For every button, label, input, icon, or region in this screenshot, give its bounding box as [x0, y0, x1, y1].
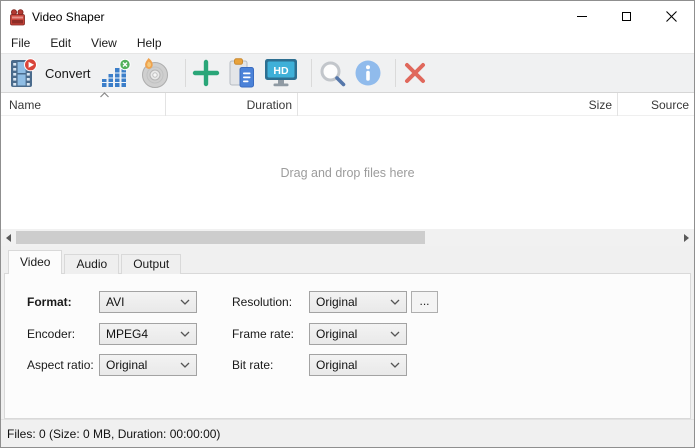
- scroll-right-button[interactable]: [679, 229, 694, 246]
- column-header-source[interactable]: Source: [618, 93, 694, 116]
- toolbar-separator: [310, 59, 312, 87]
- statusbar: Files: 0 (Size: 0 MB, Duration: 00:00:00…: [1, 419, 694, 447]
- burn-disc-button[interactable]: [138, 55, 172, 91]
- drop-hint-text: Drag and drop files here: [280, 165, 415, 180]
- file-drop-zone[interactable]: Drag and drop files here: [1, 116, 694, 229]
- file-list-header: Name Duration Size Source: [1, 92, 694, 116]
- resolution-select[interactable]: Original: [309, 291, 407, 313]
- chevron-down-icon: [180, 299, 190, 305]
- tab-video[interactable]: Video: [8, 250, 63, 274]
- info-icon: [355, 60, 381, 86]
- menubar: File Edit View Help: [1, 33, 694, 53]
- menu-help[interactable]: Help: [127, 33, 172, 53]
- video-settings-panel: Format: AVI Resolution: Original ... Enc…: [4, 273, 691, 419]
- aspect-ratio-label: Aspect ratio:: [27, 358, 94, 372]
- preview-button[interactable]: [318, 55, 347, 91]
- chevron-down-icon: [180, 362, 190, 368]
- menu-edit[interactable]: Edit: [40, 33, 81, 53]
- paste-button[interactable]: [227, 55, 257, 91]
- bit-rate-select[interactable]: Original: [309, 354, 407, 376]
- settings-tabs: Video Audio Output: [8, 250, 183, 274]
- titlebar: Video Shaper: [1, 1, 694, 33]
- minimize-button[interactable]: [559, 1, 604, 31]
- app-window: Video Shaper File Edit View Help Convert…: [0, 0, 695, 448]
- chevron-down-icon: [390, 331, 400, 337]
- encoder-select[interactable]: MPEG4: [99, 323, 197, 345]
- chevron-down-icon: [390, 362, 400, 368]
- column-header-size[interactable]: Size: [298, 93, 618, 116]
- paste-icon: [229, 58, 254, 88]
- hd-settings-button[interactable]: HD: [264, 55, 298, 91]
- search-icon: [320, 61, 345, 86]
- scroll-left-button[interactable]: [1, 229, 16, 246]
- maximize-icon: [622, 11, 631, 21]
- tab-audio[interactable]: Audio: [64, 254, 120, 274]
- toolbar-separator: [394, 59, 396, 87]
- chevron-down-icon: [390, 299, 400, 305]
- window-title: Video Shaper: [32, 10, 105, 24]
- resolution-label: Resolution:: [232, 295, 293, 309]
- bit-rate-label: Bit rate:: [232, 358, 274, 372]
- toolbar: Convert HD: [1, 53, 694, 93]
- info-button[interactable]: [354, 55, 382, 91]
- format-select[interactable]: AVI: [99, 291, 197, 313]
- minimize-icon: [576, 15, 587, 17]
- sort-ascending-icon: [100, 92, 109, 98]
- menu-file[interactable]: File: [1, 33, 40, 53]
- tab-output[interactable]: Output: [121, 254, 182, 274]
- svg-text:HD: HD: [273, 65, 289, 77]
- remove-icon: [404, 63, 425, 83]
- convert-button[interactable]: Convert: [9, 55, 91, 91]
- toolbar-separator: [184, 59, 186, 87]
- chevron-down-icon: [180, 331, 190, 337]
- resolution-browse-button[interactable]: ...: [411, 291, 438, 313]
- frame-rate-label: Frame rate:: [232, 327, 295, 341]
- encoder-label: Encoder:: [27, 327, 76, 341]
- status-summary: Files: 0 (Size: 0 MB, Duration: 00:00:00…: [7, 426, 221, 441]
- column-header-name[interactable]: Name: [1, 92, 166, 116]
- scrollbar-thumb[interactable]: [16, 231, 425, 244]
- scroll-right-icon: [684, 233, 689, 242]
- menu-view[interactable]: View: [81, 33, 127, 53]
- aspect-ratio-select[interactable]: Original: [99, 354, 197, 376]
- column-header-duration[interactable]: Duration: [166, 93, 298, 116]
- close-icon: [666, 10, 677, 22]
- film-convert-icon: [11, 58, 37, 87]
- add-files-button[interactable]: [192, 55, 220, 91]
- remove-button[interactable]: [402, 55, 428, 91]
- burn-disc-icon: [141, 58, 168, 88]
- horizontal-scrollbar[interactable]: [1, 229, 694, 246]
- format-label: Format:: [27, 295, 72, 309]
- hd-display-icon: HD: [264, 59, 297, 87]
- close-button[interactable]: [649, 1, 694, 31]
- audio-levels-icon: [101, 58, 131, 87]
- add-files-icon: [192, 59, 219, 87]
- convert-button-label: Convert: [45, 65, 91, 81]
- scroll-left-icon: [6, 233, 11, 242]
- maximize-button[interactable]: [604, 1, 649, 31]
- app-icon: [10, 9, 25, 26]
- settings-area: Video Audio Output Format: AVI Resolutio…: [1, 246, 694, 419]
- frame-rate-select[interactable]: Original: [309, 323, 407, 345]
- audio-levels-button[interactable]: [101, 55, 131, 91]
